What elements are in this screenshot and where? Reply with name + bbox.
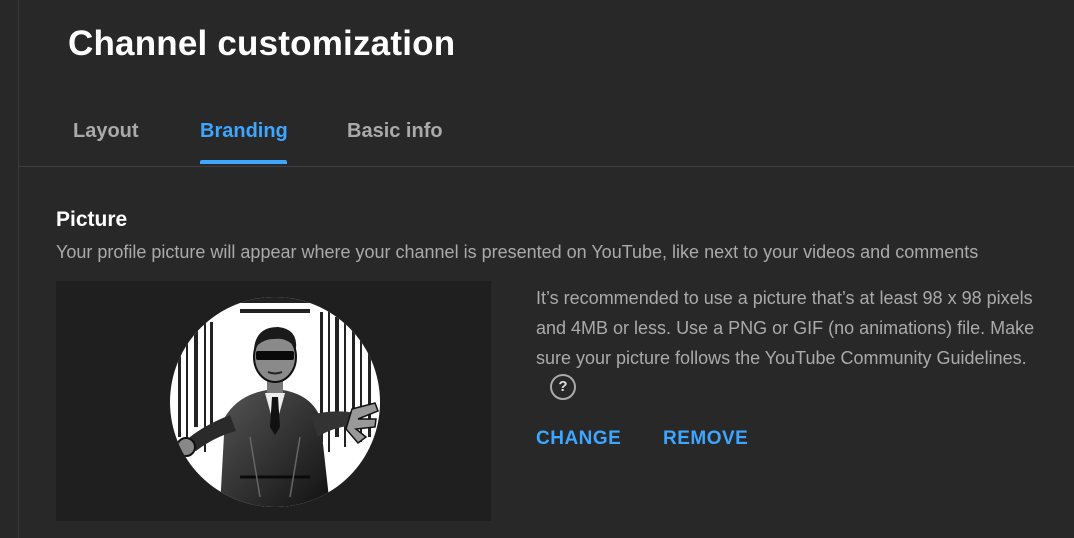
picture-preview-box [56,281,491,521]
avatar [170,297,380,507]
remove-button[interactable]: REMOVE [663,428,748,450]
page-title: Channel customization [68,24,456,63]
picture-recommendation: It’s recommended to use a picture that’s… [536,283,1036,403]
change-button[interactable]: CHANGE [536,428,621,450]
picture-section-description: Your profile picture will appear where y… [56,242,979,262]
help-circle-icon[interactable]: ? [550,374,576,401]
left-divider [18,0,19,538]
active-tab-indicator [200,160,287,164]
tab-branding[interactable]: Branding [200,120,288,143]
tab-layout[interactable]: Layout [73,120,139,143]
tab-basic-info[interactable]: Basic info [347,120,443,143]
tab-bar: Layout Branding Basic info [19,98,1074,167]
picture-section-title: Picture [56,208,128,231]
recommendation-text: It’s recommended to use a picture that’s… [536,288,1035,368]
